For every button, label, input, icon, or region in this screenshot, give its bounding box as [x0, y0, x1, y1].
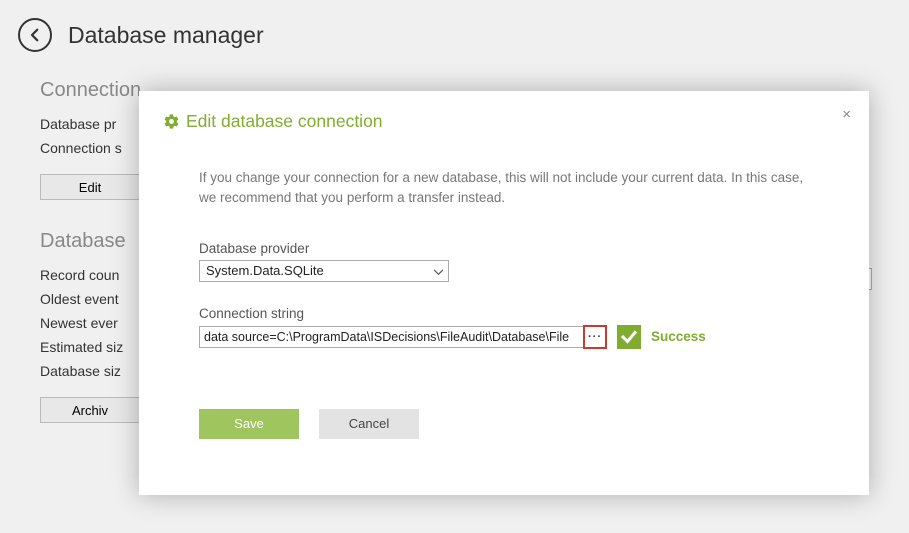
ellipsis-icon: ···: [588, 331, 602, 343]
browse-button[interactable]: ···: [583, 325, 607, 349]
cancel-button[interactable]: Cancel: [319, 409, 419, 439]
chevron-down-icon: [434, 263, 443, 278]
connstring-input[interactable]: [199, 326, 584, 348]
save-button[interactable]: Save: [199, 409, 299, 439]
connstring-label: Connection string: [199, 306, 809, 321]
back-button[interactable]: [18, 18, 52, 52]
dialog-title: Edit database connection: [186, 111, 383, 132]
dbprovider-value: System.Data.SQLite: [206, 263, 324, 278]
gear-icon: [163, 113, 180, 130]
dbprovider-select[interactable]: System.Data.SQLite: [199, 260, 449, 282]
archive-button-bg[interactable]: Archiv: [40, 397, 140, 423]
edit-button-bg[interactable]: Edit: [40, 174, 140, 200]
close-button[interactable]: ×: [842, 107, 851, 122]
edit-connection-dialog: × Edit database connection If you change…: [139, 91, 869, 495]
dbprovider-label: Database provider: [199, 241, 809, 256]
page-title: Database manager: [68, 22, 264, 49]
check-icon: [620, 328, 638, 346]
dialog-info-text: If you change your connection for a new …: [199, 168, 809, 209]
success-label: Success: [651, 329, 706, 344]
test-success-indicator: [617, 325, 641, 349]
arrow-left-icon: [26, 26, 44, 44]
